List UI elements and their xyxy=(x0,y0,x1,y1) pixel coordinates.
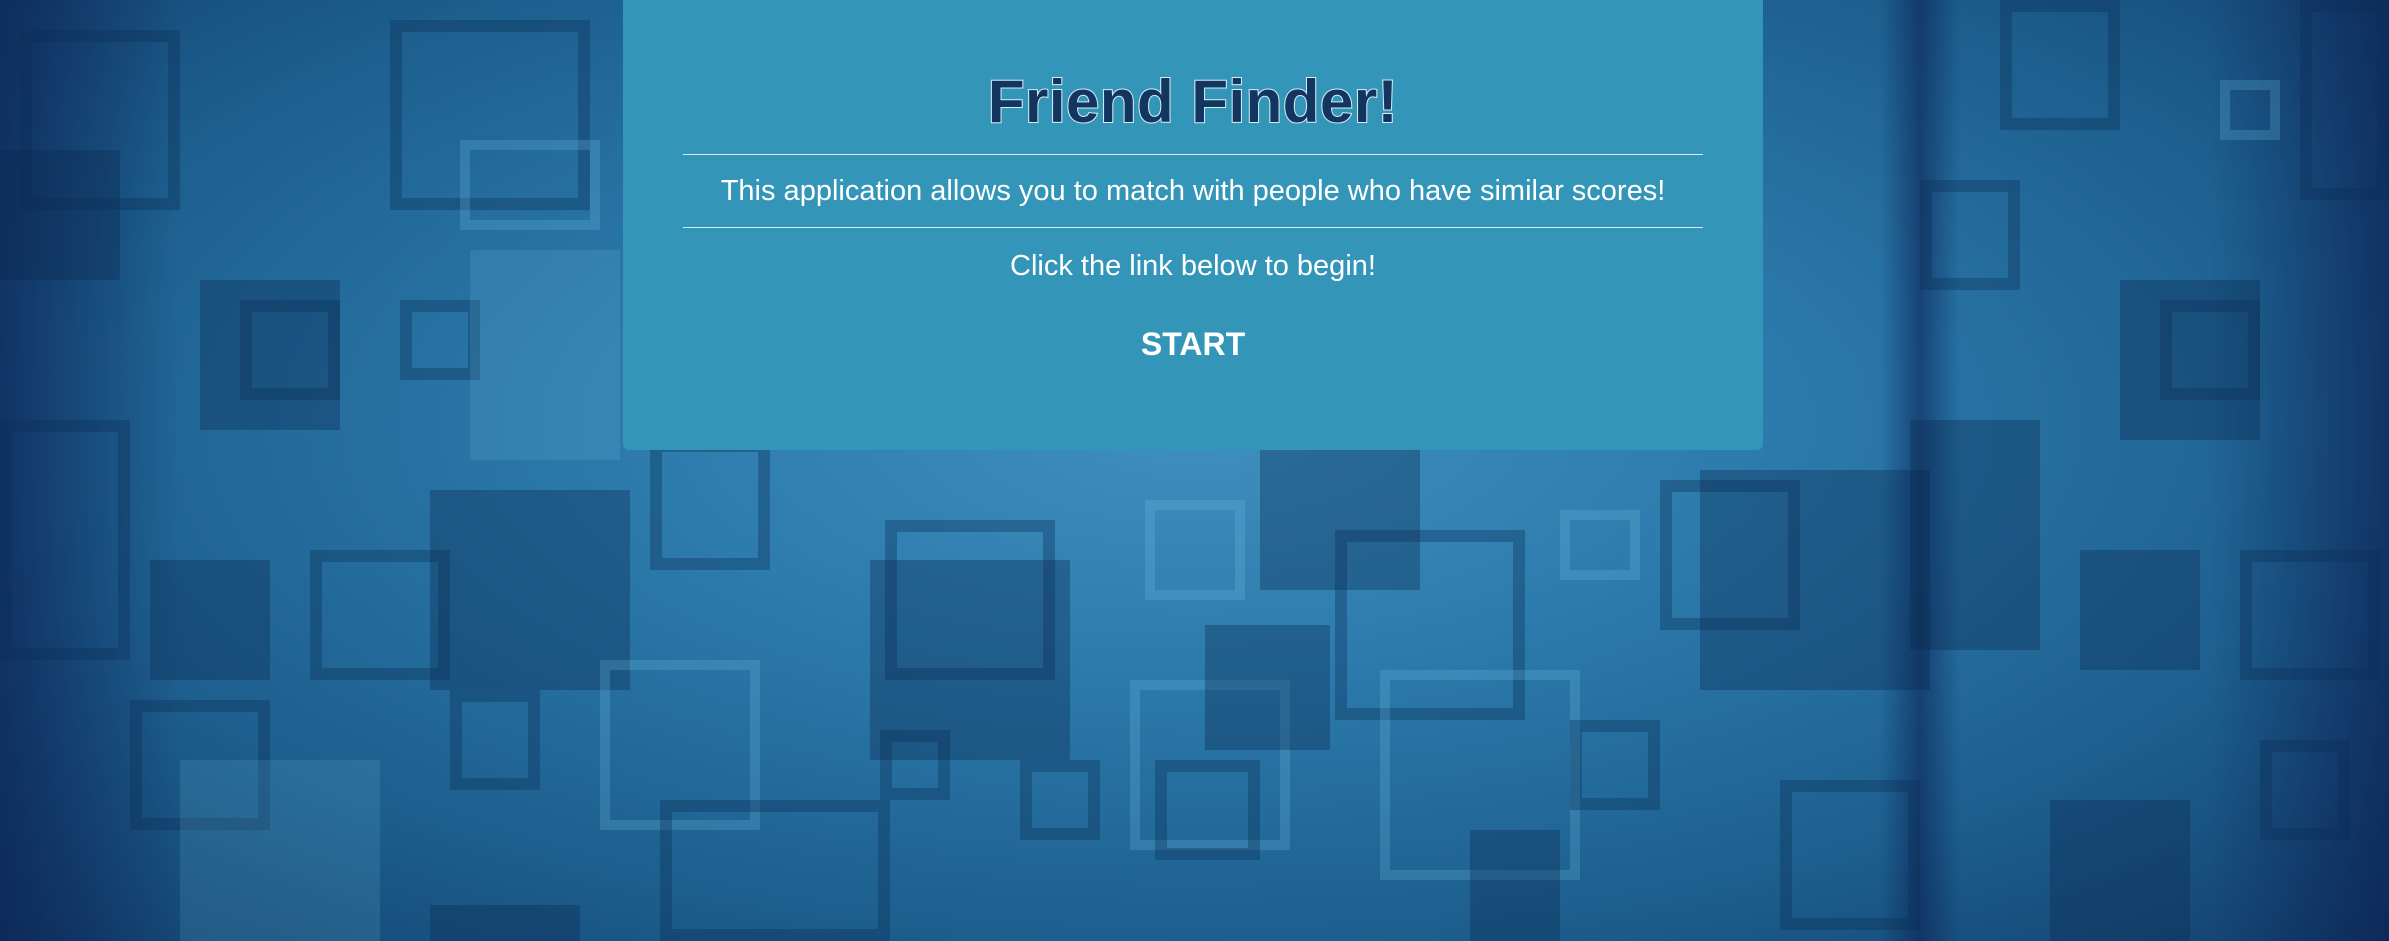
background-square xyxy=(2240,550,2380,680)
background-square xyxy=(240,300,340,400)
background-square xyxy=(1700,470,1930,690)
background-square xyxy=(2300,0,2389,200)
intro-card: Friend Finder! This application allows y… xyxy=(623,0,1763,450)
background-square xyxy=(1920,180,2020,290)
instruction-text: Click the link below to begin! xyxy=(1010,250,1376,282)
background-square xyxy=(150,560,270,680)
background-square xyxy=(1780,780,1920,930)
background-square xyxy=(650,440,770,570)
background-square xyxy=(1205,625,1330,750)
background-square xyxy=(180,760,380,941)
background-square xyxy=(880,730,950,800)
background-square xyxy=(2000,0,2120,130)
background-square xyxy=(0,420,130,660)
start-link[interactable]: START xyxy=(1141,326,1245,363)
page-title: Friend Finder! xyxy=(987,67,1399,136)
background-square xyxy=(2260,740,2350,840)
background-square xyxy=(2220,80,2280,140)
background-square xyxy=(1470,830,1560,941)
background-square xyxy=(460,140,600,230)
background-square xyxy=(470,250,620,460)
background-square xyxy=(2160,300,2260,400)
background-square xyxy=(450,690,540,790)
background-square xyxy=(2050,800,2190,941)
background-square xyxy=(1570,720,1660,810)
background-square xyxy=(1155,760,1260,860)
background-square xyxy=(660,800,890,941)
app-description: This application allows you to match wit… xyxy=(720,175,1666,207)
background-square xyxy=(1560,510,1640,580)
background-square xyxy=(1020,760,1100,840)
background-square xyxy=(1145,500,1245,600)
background-square xyxy=(2080,550,2200,670)
background-square xyxy=(0,150,120,280)
background-square xyxy=(1910,420,2040,650)
background-square xyxy=(310,550,450,680)
background-square xyxy=(430,905,580,941)
background-square xyxy=(400,300,480,380)
